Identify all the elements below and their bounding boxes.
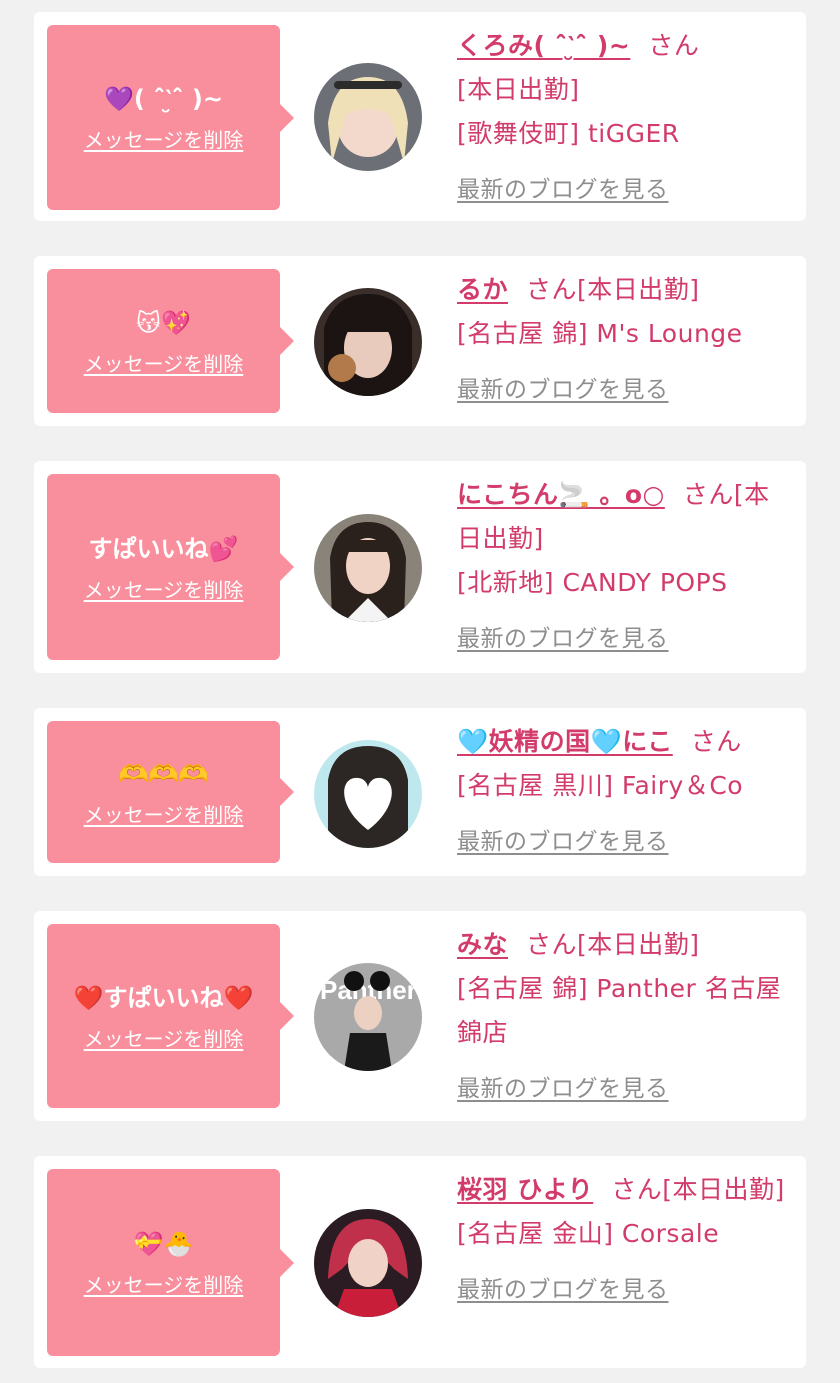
profile-info: くろみ( ˆ̑‵̮ˆ̑ )~ さん [本日出勤] [歌舞伎町] tiGGER 最新… <box>457 24 787 212</box>
message-bubble: 💜( ˆ̑‵̮ˆ̑ )~ メッセージを削除 <box>47 25 294 210</box>
message-card: 💜( ˆ̑‵̮ˆ̑ )~ メッセージを削除 くろみ( ˆ̑‵̮ˆ̑ )~ さん [… <box>34 12 806 221</box>
message-text: 😽💖 <box>136 308 191 337</box>
message-text: 💜( ˆ̑‵̮ˆ̑ )~ <box>104 85 223 113</box>
shop-name: [名古屋 錦] Panther 名古屋錦店 <box>457 974 782 1047</box>
message-card: 💝🐣 メッセージを削除 桜羽 ひより さん[本日出勤] [名古屋 金山] Cors… <box>34 1156 806 1368</box>
latest-blog-link[interactable]: 最新のブログを見る <box>457 1067 669 1111</box>
cast-name-link[interactable]: るか <box>457 275 508 304</box>
latest-blog-link[interactable]: 最新のブログを見る <box>457 617 669 661</box>
work-status: [本日出勤] <box>457 75 580 104</box>
work-status: [本日出勤] <box>577 930 700 959</box>
delete-message-link[interactable]: メッセージを削除 <box>84 1269 244 1298</box>
avatar[interactable] <box>314 63 422 171</box>
message-bubble: 🫶🫶🫶 メッセージを削除 <box>47 721 294 863</box>
profile-info: 桜羽 ひより さん[本日出勤] [名古屋 金山] Corsale 最新のブログを見… <box>457 1168 787 1312</box>
honorific: さん <box>526 275 578 304</box>
delete-message-link[interactable]: メッセージを削除 <box>84 1023 244 1052</box>
message-card: 😽💖 メッセージを削除 るか さん[本日出勤] [名古屋 錦] M's Loung… <box>34 256 806 426</box>
honorific: さん <box>526 930 578 959</box>
delete-message-link[interactable]: メッセージを削除 <box>84 799 244 828</box>
message-card: ❤️すぱいいね❤️ メッセージを削除 Panther みな さん[本日出勤] [名… <box>34 911 806 1121</box>
message-bubble: ❤️すぱいいね❤️ メッセージを削除 <box>47 924 294 1108</box>
avatar[interactable] <box>314 740 422 848</box>
message-text: すぱいいね💕 <box>88 534 239 563</box>
message-card: 🫶🫶🫶 メッセージを削除 🩵妖精の国🩵にこ さん [名古屋 黒川] Fairy＆C… <box>34 708 806 876</box>
honorific: さん <box>690 727 742 756</box>
work-status: [本日出勤] <box>662 1175 785 1204</box>
delete-message-link[interactable]: メッセージを削除 <box>84 348 244 377</box>
profile-info: 🩵妖精の国🩵にこ さん [名古屋 黒川] Fairy＆Co 最新のブログを見る <box>457 720 787 864</box>
profile-info: るか さん[本日出勤] [名古屋 錦] M's Lounge 最新のブログを見る <box>457 268 787 412</box>
delete-message-link[interactable]: メッセージを削除 <box>84 124 244 153</box>
latest-blog-link[interactable]: 最新のブログを見る <box>457 820 669 864</box>
shop-name: [名古屋 黒川] Fairy＆Co <box>457 771 744 800</box>
shop-name: [名古屋 金山] Corsale <box>457 1219 720 1248</box>
message-card: すぱいいね💕 メッセージを削除 にこちん🚬 。o○ さん[本日出勤] [北新地] … <box>34 461 806 673</box>
cast-name-link[interactable]: くろみ( ˆ̑‵̮ˆ̑ )~ <box>457 31 630 60</box>
shop-name: [歌舞伎町] tiGGER <box>457 119 680 148</box>
profile-info: みな さん[本日出勤] [名古屋 錦] Panther 名古屋錦店 最新のブログを… <box>457 923 787 1111</box>
avatar[interactable] <box>314 514 422 622</box>
cast-name-link[interactable]: 桜羽 ひより <box>457 1175 593 1204</box>
honorific: さん <box>611 1175 663 1204</box>
work-status: [本日出勤] <box>577 275 700 304</box>
avatar[interactable]: Panther <box>314 963 422 1071</box>
honorific: さん <box>682 480 734 509</box>
avatar[interactable] <box>314 288 422 396</box>
message-text: 🫶🫶🫶 <box>118 759 209 788</box>
latest-blog-link[interactable]: 最新のブログを見る <box>457 368 669 412</box>
delete-message-link[interactable]: メッセージを削除 <box>84 574 244 603</box>
message-bubble: 💝🐣 メッセージを削除 <box>47 1169 294 1356</box>
cast-name-link[interactable]: 🩵妖精の国🩵にこ <box>457 727 673 756</box>
message-text: 💝🐣 <box>133 1230 194 1258</box>
honorific: さん <box>648 31 700 60</box>
cast-name-link[interactable]: みな <box>457 930 508 959</box>
profile-info: にこちん🚬 。o○ さん[本日出勤] [北新地] CANDY POPS 最新のブロ… <box>457 473 787 661</box>
cast-name-link[interactable]: にこちん🚬 。o○ <box>457 480 665 509</box>
shop-name: [北新地] CANDY POPS <box>457 568 728 597</box>
message-text: ❤️すぱいいね❤️ <box>73 983 254 1012</box>
shop-name: [名古屋 錦] M's Lounge <box>457 319 743 348</box>
avatar[interactable] <box>314 1209 422 1317</box>
latest-blog-link[interactable]: 最新のブログを見る <box>457 1268 669 1312</box>
latest-blog-link[interactable]: 最新のブログを見る <box>457 168 669 212</box>
message-bubble: 😽💖 メッセージを削除 <box>47 269 294 413</box>
message-bubble: すぱいいね💕 メッセージを削除 <box>47 474 294 660</box>
